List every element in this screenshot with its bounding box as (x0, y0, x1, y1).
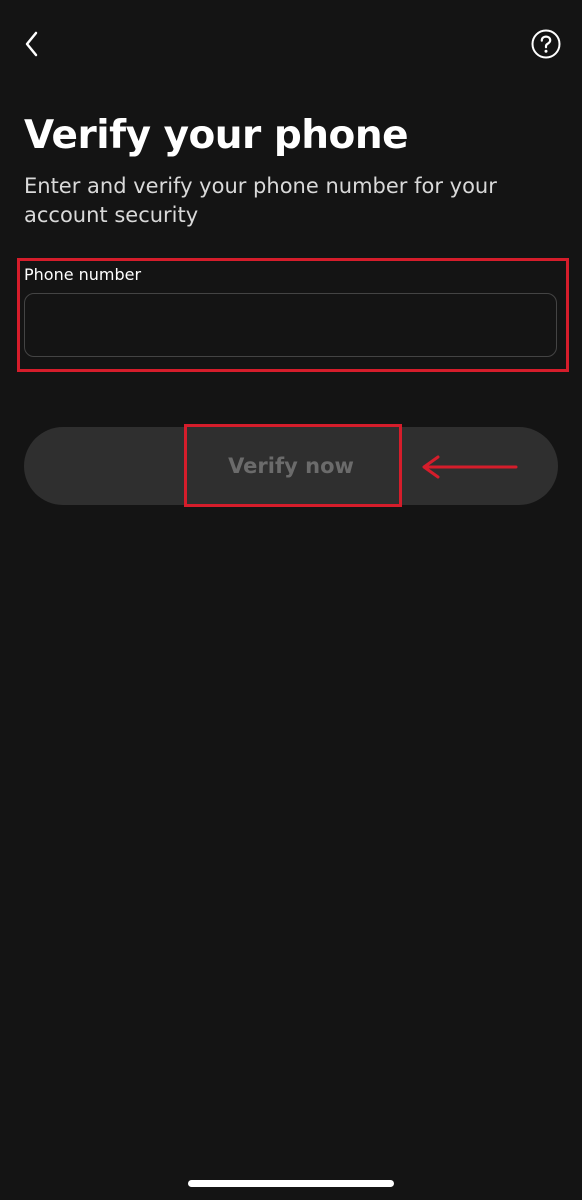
page-subtitle: Enter and verify your phone number for y… (24, 174, 497, 227)
home-indicator (188, 1180, 394, 1187)
phone-number-label: Phone number (24, 265, 142, 284)
help-button[interactable] (529, 27, 563, 61)
verify-now-button[interactable]: Verify now (24, 427, 558, 505)
question-circle-icon (531, 29, 561, 59)
phone-number-input[interactable] (24, 293, 557, 357)
back-button[interactable] (14, 26, 50, 62)
chevron-left-icon (25, 31, 38, 57)
page-title: Verify your phone (24, 113, 409, 158)
verify-now-label: Verify now (228, 454, 354, 478)
